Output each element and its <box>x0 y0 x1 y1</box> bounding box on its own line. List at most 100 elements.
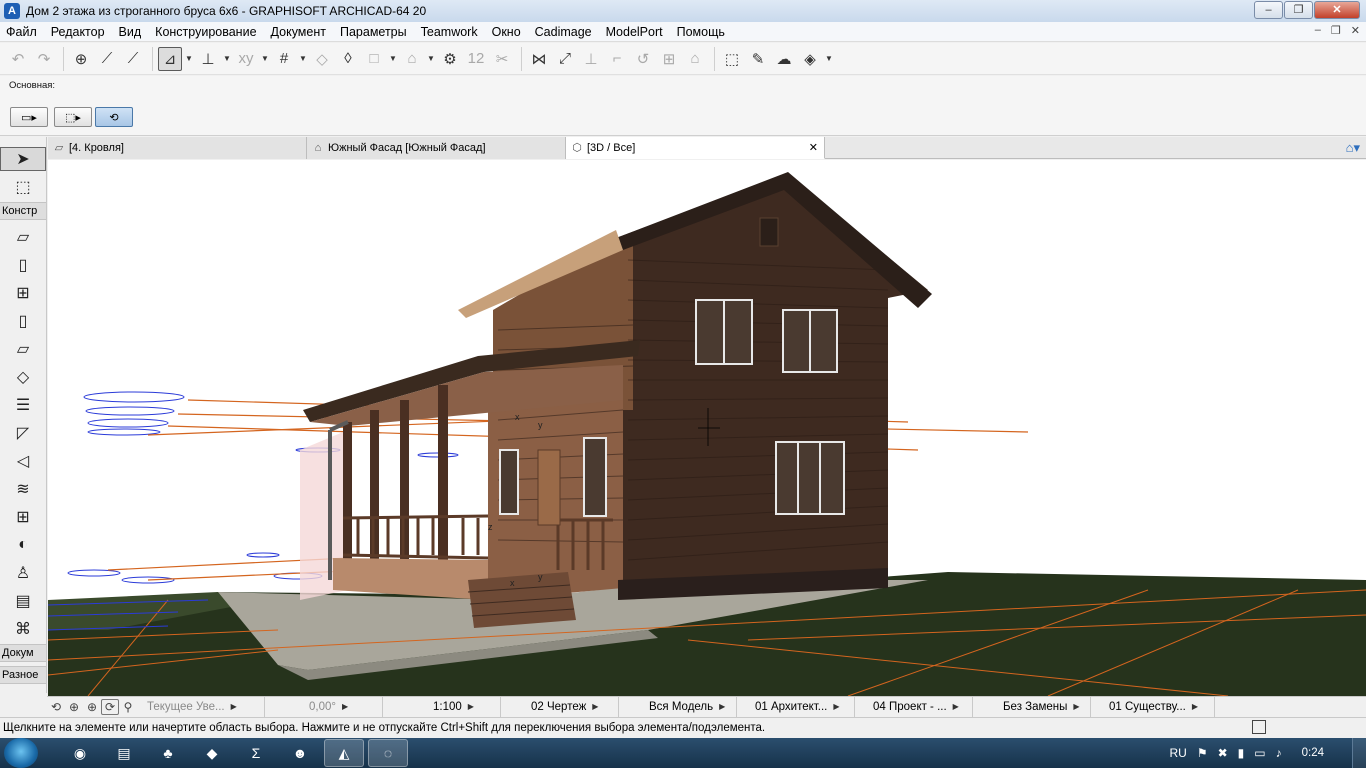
orbit-icon[interactable]: ⟳ <box>101 698 119 715</box>
show-desktop-button[interactable] <box>1352 738 1366 768</box>
render-icon[interactable]: ◈ <box>798 47 822 71</box>
dock-icon[interactable] <box>1252 720 1266 734</box>
notification-icon[interactable]: ✖ <box>1218 746 1228 760</box>
tab-roof-plan[interactable]: ▱ [4. Кровля] <box>48 137 307 159</box>
window-tool-icon[interactable]: ⊞ <box>9 281 37 305</box>
redo-icon[interactable]: ↷ <box>32 47 56 71</box>
edit-plane-icon[interactable]: ◇ <box>310 47 334 71</box>
beam-tool-icon[interactable]: ▱ <box>9 337 37 361</box>
archicad-icon[interactable]: ◭ <box>324 739 364 767</box>
undo-icon[interactable]: ↶ <box>6 47 30 71</box>
start-button[interactable] <box>4 738 38 768</box>
rotate-mode-button[interactable]: ⟲ <box>95 107 133 127</box>
geometry-method-button[interactable]: ▭▸ <box>10 107 48 127</box>
numbering-icon[interactable]: 12 <box>464 47 488 71</box>
coordinates-icon[interactable]: xy <box>234 47 258 71</box>
volume-icon[interactable]: ♪ <box>1276 746 1282 760</box>
wall-tool-icon[interactable]: ▱ <box>9 225 37 249</box>
slab-tool-icon[interactable]: ◇ <box>9 365 37 389</box>
zoom-in-icon[interactable]: ⊕ <box>65 700 83 714</box>
split-icon[interactable]: ⋈ <box>527 47 551 71</box>
explorer-icon[interactable]: ▤ <box>104 739 144 767</box>
chrome-icon[interactable]: ◉ <box>60 739 100 767</box>
3d-viewport[interactable]: x y z x y <box>48 160 1366 696</box>
model-view-field[interactable]: Вся Модель ▶ <box>619 696 737 717</box>
lock-dropdown-icon[interactable]: ▼ <box>426 47 436 71</box>
menu-view[interactable]: Вид <box>112 22 149 42</box>
zoom-field[interactable]: Текущее Уве... ▶ <box>137 696 265 717</box>
close-button[interactable]: ✕ <box>1314 1 1360 19</box>
menu-modelport[interactable]: ModelPort <box>599 22 670 42</box>
railing-tool-icon[interactable]: ⌘ <box>9 617 37 641</box>
trim-icon[interactable]: ✂ <box>490 47 514 71</box>
menu-cadimage[interactable]: Cadimage <box>528 22 599 42</box>
adjust-icon[interactable]: ⤢ <box>553 47 577 71</box>
language-indicator[interactable]: RU <box>1169 746 1186 760</box>
group-design[interactable]: Констр <box>0 202 46 220</box>
maximize-button[interactable]: ❐ <box>1284 1 1313 19</box>
mesh-tool-icon[interactable]: ≋ <box>9 477 37 501</box>
clock[interactable]: 0:24 <box>1302 747 1324 759</box>
zoom-previous-icon[interactable]: ⟲ <box>47 700 65 714</box>
menu-document[interactable]: Документ <box>264 22 333 42</box>
layer-dropdown-icon[interactable]: ▼ <box>388 47 398 71</box>
curtain-wall-tool-icon[interactable]: ⊞ <box>9 505 37 529</box>
pick-up-icon[interactable]: ⊕ <box>69 47 93 71</box>
door-tool-icon[interactable]: ▯ <box>9 253 37 277</box>
lock-icon[interactable]: ⌂ <box>400 47 424 71</box>
snap-guides-icon[interactable]: ⊥ <box>196 47 220 71</box>
network-icon[interactable]: ⚑ <box>1197 746 1208 760</box>
doc-restore-button[interactable]: ❐ <box>1331 24 1341 37</box>
angle-field[interactable]: 0,00° ▶ <box>265 696 383 717</box>
battery-icon[interactable]: ▭ <box>1254 746 1265 760</box>
graphic-override-field[interactable]: Без Замены ▶ <box>973 696 1091 717</box>
morph-tool-icon[interactable]: ◐ <box>9 533 37 557</box>
minimize-button[interactable]: – <box>1254 1 1283 19</box>
guide-line-icon[interactable]: ⊿ <box>158 46 182 71</box>
group-more[interactable]: Разное <box>0 666 46 684</box>
dimension-standard-field[interactable]: 04 Проект - ... ▶ <box>855 696 973 717</box>
menu-file[interactable]: Файл <box>0 22 44 42</box>
resize-icon[interactable]: ⊞ <box>657 47 681 71</box>
app-icon[interactable]: ♣ <box>148 739 188 767</box>
snap-dropdown-icon[interactable]: ▼ <box>222 47 232 71</box>
walk-icon[interactable]: ⚲ <box>119 700 137 714</box>
pen-icon[interactable]: ✎ <box>746 47 770 71</box>
grid-snap-icon[interactable]: # <box>272 47 296 71</box>
menu-edit[interactable]: Редактор <box>44 22 112 42</box>
renovation-filter-field[interactable]: 01 Существу... ▶ <box>1091 696 1215 717</box>
tab-south-elevation[interactable]: ⌂ Южный Фасад [Южный Фасад] <box>307 137 566 159</box>
sigma-icon[interactable]: Σ <box>236 739 276 767</box>
column-tool-icon[interactable]: ▯ <box>9 309 37 333</box>
guide-dropdown-icon[interactable]: ▼ <box>184 47 194 71</box>
menu-design[interactable]: Конструирование <box>148 22 263 42</box>
shell-tool-icon[interactable]: ◁ <box>9 449 37 473</box>
batman-icon[interactable]: ◆ <box>192 739 232 767</box>
tab-close-icon[interactable]: ✕ <box>809 141 818 154</box>
tab-3d-view[interactable]: ⬡ [3D / Все] ✕ <box>566 137 825 159</box>
roof-tool-icon[interactable]: ⌂ <box>683 47 707 71</box>
roof-tool-icon[interactable]: ◸ <box>9 421 37 445</box>
group-document[interactable]: Докум <box>0 644 46 662</box>
navigator-icon[interactable]: ⌂▾ <box>1346 140 1360 156</box>
pen-set-field[interactable]: 01 Архитект... ▶ <box>737 696 855 717</box>
eyedropper-icon[interactable]: ⟋ <box>95 47 119 71</box>
layer-combination-field[interactable]: 02 Чертеж ▶ <box>501 696 619 717</box>
scale-field[interactable]: 1:100 ▶ <box>383 696 501 717</box>
object-tool-icon[interactable]: ♙ <box>9 561 37 585</box>
doc-minimize-button[interactable]: – <box>1315 24 1321 37</box>
layer-icon[interactable]: □ <box>362 47 386 71</box>
cloud-icon[interactable]: ☁ <box>772 47 796 71</box>
archicad-alt-icon[interactable]: ◌ <box>368 739 408 767</box>
menu-options[interactable]: Параметры <box>333 22 414 42</box>
menu-teamwork[interactable]: Teamwork <box>414 22 485 42</box>
zone-tool-icon[interactable]: ▤ <box>9 589 37 613</box>
zoom-fit-icon[interactable]: ⊕ <box>83 700 101 714</box>
selection-method-button[interactable]: ⬚▸ <box>54 107 92 127</box>
fillet-icon[interactable]: ⌐ <box>605 47 629 71</box>
curve-icon[interactable]: ↺ <box>631 47 655 71</box>
grid-dropdown-icon[interactable]: ▼ <box>298 47 308 71</box>
signal-icon[interactable]: ▮ <box>1238 746 1245 760</box>
doc-close-button[interactable]: ✕ <box>1351 24 1360 37</box>
render-dropdown-icon[interactable]: ▼ <box>824 47 834 71</box>
